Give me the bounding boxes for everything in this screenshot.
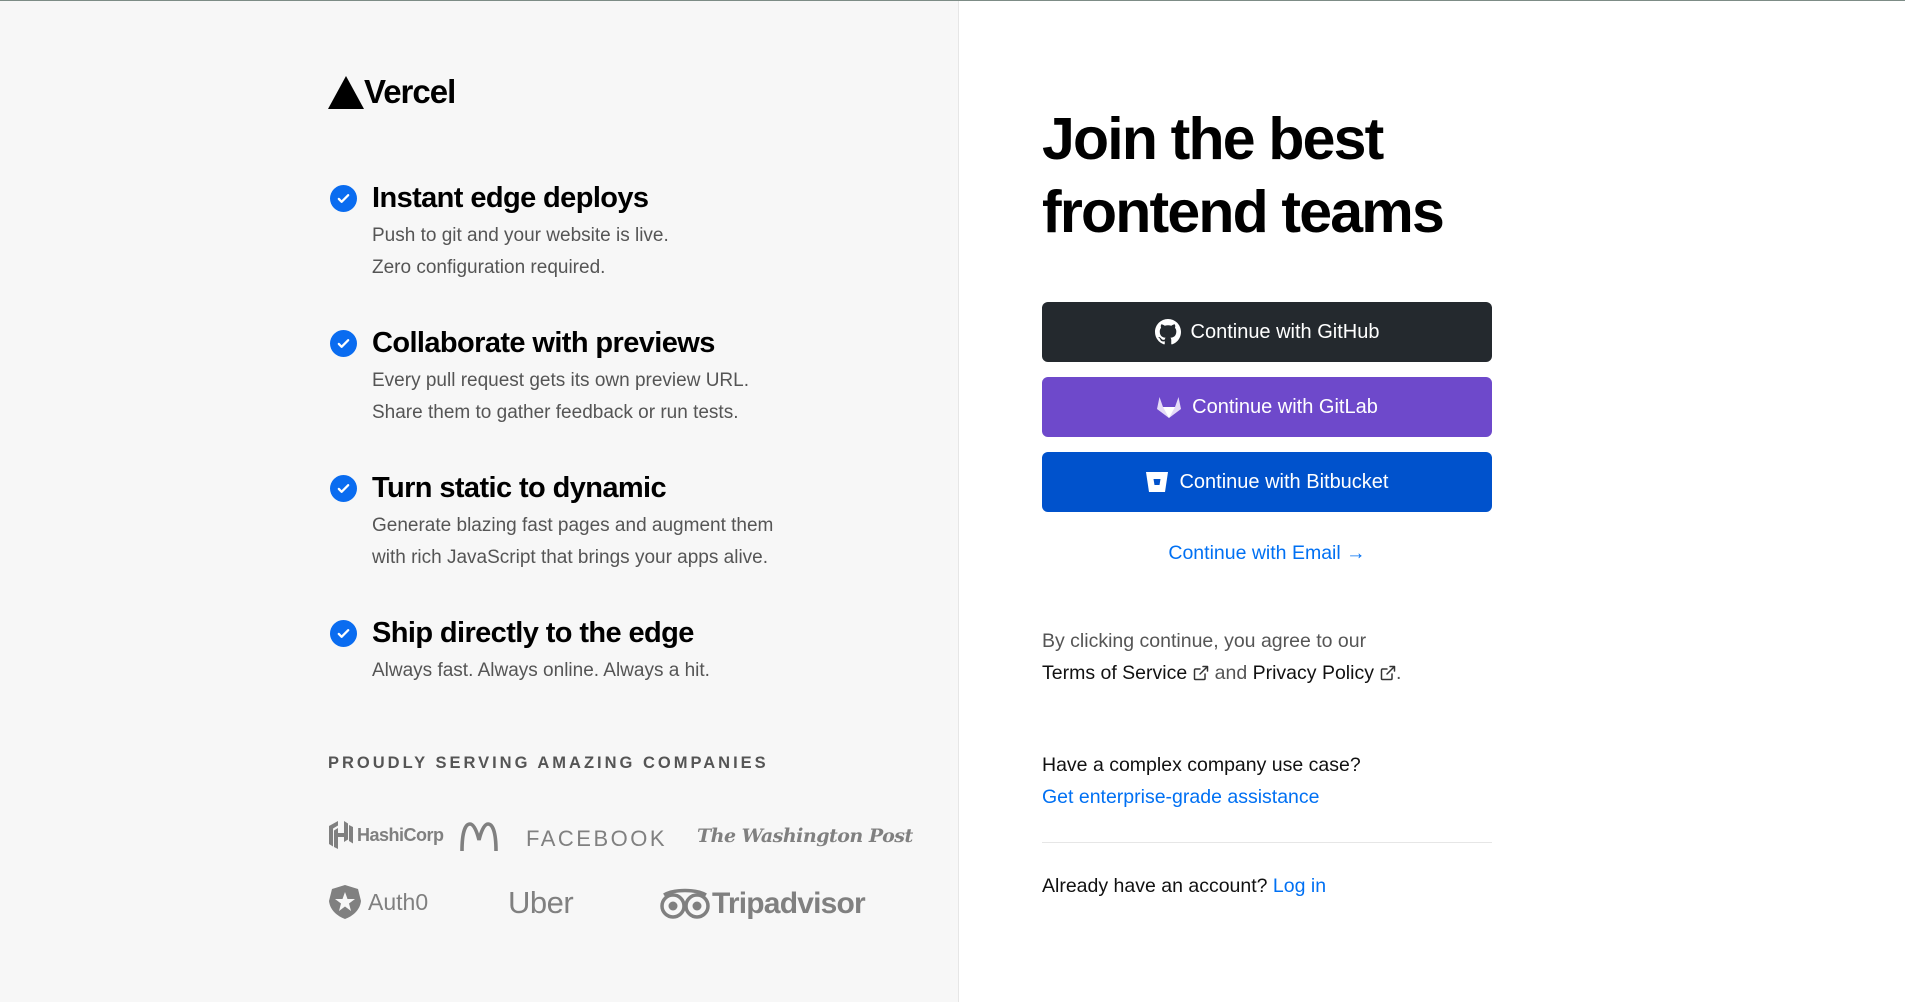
feature-title: Ship directly to the edge	[372, 617, 694, 649]
tripadvisor-logo: Tripadvisor	[660, 887, 866, 921]
feature-item: Ship directly to the edge Always fast. A…	[328, 613, 888, 687]
terms-and: and	[1214, 662, 1248, 684]
feature-line: Share them to gather feedback or run tes…	[372, 402, 739, 423]
feature-description: Push to git and your website is live. Ze…	[372, 220, 888, 284]
brand-name: Vercel	[364, 73, 456, 110]
feature-item: Instant edge deploys Push to git and you…	[328, 178, 888, 284]
check-icon	[330, 620, 357, 647]
companies-heading: PROUDLY SERVING AMAZING COMPANIES	[328, 754, 769, 772]
company-name: Auth0	[368, 888, 429, 915]
continue-with-email-link[interactable]: Continue with Email →	[1042, 542, 1492, 565]
company-name: HashiCorp	[357, 824, 444, 845]
page-title: Join the best frontend teams	[1042, 103, 1562, 249]
headline-line: Join the best	[1042, 106, 1384, 172]
tripadvisor-owl-icon	[660, 888, 710, 919]
terms-of-service-link[interactable]: Terms of Service	[1042, 662, 1187, 684]
feature-item: Collaborate with previews Every pull req…	[328, 323, 888, 429]
divider	[1042, 842, 1492, 843]
external-link-icon	[1380, 665, 1396, 681]
hashicorp-logo: HashiCorp	[328, 820, 444, 850]
headline-line: frontend teams	[1042, 179, 1445, 245]
feature-title: Instant edge deploys	[372, 182, 649, 214]
login-prompt: Already have an account? Log in	[1042, 875, 1326, 898]
company-name: Uber	[508, 885, 574, 920]
feature-title: Collaborate with previews	[372, 327, 715, 359]
enterprise-question: Have a complex company use case?	[1042, 754, 1361, 776]
facebook-logo: FACEBOOK	[526, 826, 667, 852]
enterprise-assistance-link[interactable]: Get enterprise-grade assistance	[1042, 781, 1361, 813]
feature-title: Turn static to dynamic	[372, 472, 667, 504]
uber-logo: Uber	[508, 885, 574, 921]
bitbucket-icon	[1145, 471, 1169, 493]
company-name: The Washington Post	[697, 825, 913, 847]
continue-with-github-button[interactable]: Continue with GitHub	[1042, 302, 1492, 362]
terms-suffix: .	[1395, 662, 1402, 684]
enterprise-section: Have a complex company use case? Get ent…	[1042, 749, 1361, 813]
feature-line: Every pull request gets its own preview …	[372, 370, 749, 391]
feature-line: Push to git and your website is live.	[372, 225, 669, 246]
gitlab-icon	[1156, 395, 1182, 419]
vercel-triangle-icon	[328, 75, 364, 109]
vercel-logo[interactable]: Vercel	[328, 73, 456, 111]
feature-line: with rich JavaScript that brings your ap…	[372, 547, 769, 568]
check-icon	[330, 330, 357, 357]
feature-description: Every pull request gets its own preview …	[372, 365, 888, 429]
privacy-policy-link[interactable]: Privacy Policy	[1253, 662, 1374, 684]
feature-description: Always fast. Always online. Always a hit…	[372, 655, 888, 687]
check-icon	[330, 475, 357, 502]
washington-post-logo: The Washington Post	[697, 825, 913, 847]
check-icon	[330, 185, 357, 212]
auth0-shield-icon	[329, 885, 361, 919]
feature-item: Turn static to dynamic Generate blazing …	[328, 468, 888, 574]
mcdonalds-logo	[460, 822, 498, 852]
auth0-logo: Auth0	[328, 884, 428, 920]
external-link-icon	[1193, 665, 1209, 681]
feature-line: Generate blazing fast pages and augment …	[372, 515, 774, 536]
continue-with-bitbucket-button[interactable]: Continue with Bitbucket	[1042, 452, 1492, 512]
feature-line: Zero configuration required.	[372, 257, 606, 278]
mcdonalds-arches-icon	[460, 822, 498, 852]
terms-prefix: By clicking continue, you agree to our	[1042, 630, 1367, 652]
log-in-link[interactable]: Log in	[1273, 875, 1326, 897]
company-name: Tripadvisor	[712, 887, 866, 920]
hashicorp-icon	[329, 821, 353, 849]
button-label: Continue with Bitbucket	[1179, 470, 1389, 493]
terms-notice: By clicking continue, you agree to our T…	[1042, 625, 1542, 689]
github-icon	[1154, 319, 1181, 345]
continue-with-gitlab-button[interactable]: Continue with GitLab	[1042, 377, 1492, 437]
company-name: FACEBOOK	[526, 826, 668, 851]
login-question: Already have an account?	[1042, 875, 1268, 897]
button-label: Continue with GitLab	[1192, 395, 1378, 418]
feature-description: Generate blazing fast pages and augment …	[372, 510, 888, 574]
button-label: Continue with GitHub	[1190, 320, 1380, 343]
feature-line: Always fast. Always online. Always a hit…	[372, 660, 710, 681]
